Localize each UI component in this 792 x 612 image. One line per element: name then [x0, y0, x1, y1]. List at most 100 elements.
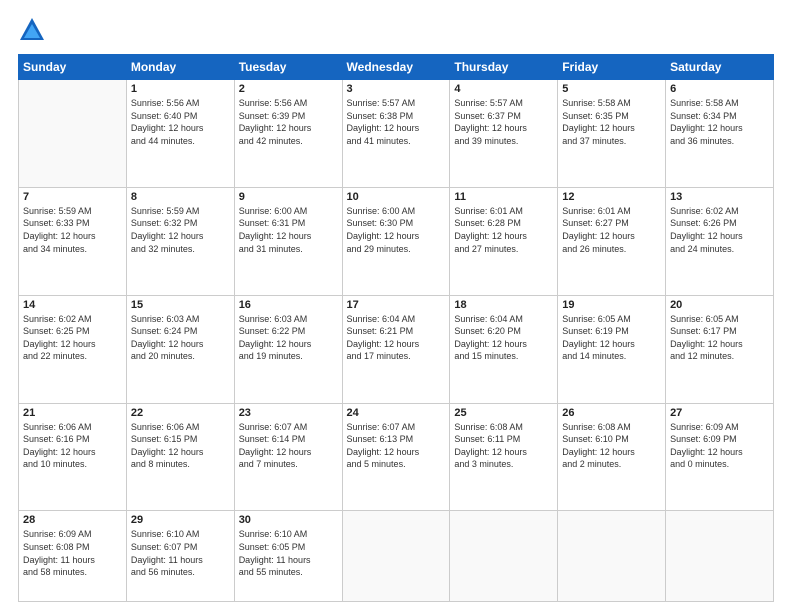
- day-number: 2: [239, 83, 338, 95]
- calendar-cell: [558, 511, 666, 602]
- day-info: Sunrise: 6:10 AMSunset: 6:07 PMDaylight:…: [131, 528, 230, 578]
- day-info: Sunrise: 6:04 AMSunset: 6:21 PMDaylight:…: [347, 313, 446, 363]
- weekday-header-thursday: Thursday: [450, 55, 558, 80]
- calendar-cell: 4 Sunrise: 5:57 AMSunset: 6:37 PMDaylight…: [450, 80, 558, 188]
- week-row-1: 1Sunrise: 5:56 AMSunset: 6:40 PMDaylight…: [19, 80, 774, 188]
- day-info: Sunrise: 6:08 AMSunset: 6:10 PMDaylight:…: [562, 421, 661, 471]
- calendar-cell: 21Sunrise: 6:06 AMSunset: 6:16 PMDayligh…: [19, 403, 127, 511]
- week-row-3: 14 Sunrise: 6:02 AMSunset: 6:25 PMDayligh…: [19, 295, 774, 403]
- weekday-header-wednesday: Wednesday: [342, 55, 450, 80]
- week-row-4: 21Sunrise: 6:06 AMSunset: 6:16 PMDayligh…: [19, 403, 774, 511]
- day-number: 8: [131, 191, 230, 203]
- calendar-cell: 26 Sunrise: 6:08 AMSunset: 6:10 PMDayligh…: [558, 403, 666, 511]
- calendar-cell: 3 Sunrise: 5:57 AMSunset: 6:38 PMDaylight…: [342, 80, 450, 188]
- calendar-cell: 24 Sunrise: 6:07 AMSunset: 6:13 PMDayligh…: [342, 403, 450, 511]
- day-info: Sunrise: 6:06 AMSunset: 6:15 PMDaylight:…: [131, 421, 230, 471]
- calendar-cell: 19 Sunrise: 6:05 AMSunset: 6:19 PMDayligh…: [558, 295, 666, 403]
- weekday-header-saturday: Saturday: [666, 55, 774, 80]
- week-row-2: 7 Sunrise: 5:59 AMSunset: 6:33 PMDaylight…: [19, 187, 774, 295]
- calendar-cell: 27 Sunrise: 6:09 AMSunset: 6:09 PMDayligh…: [666, 403, 774, 511]
- calendar-cell: 11Sunrise: 6:01 AMSunset: 6:28 PMDayligh…: [450, 187, 558, 295]
- calendar-cell: 15 Sunrise: 6:03 AMSunset: 6:24 PMDayligh…: [126, 295, 234, 403]
- calendar-cell: 30 Sunrise: 6:10 AMSunset: 6:05 PMDayligh…: [234, 511, 342, 602]
- calendar-table: SundayMondayTuesdayWednesdayThursdayFrid…: [18, 54, 774, 602]
- day-info: Sunrise: 5:56 AMSunset: 6:39 PMDaylight:…: [239, 97, 338, 147]
- day-info: Sunrise: 6:05 AMSunset: 6:17 PMDaylight:…: [670, 313, 769, 363]
- logo: [18, 16, 50, 44]
- day-number: 19: [562, 299, 661, 311]
- day-number: 23: [239, 407, 338, 419]
- day-number: 14: [23, 299, 122, 311]
- day-info: Sunrise: 6:03 AMSunset: 6:24 PMDaylight:…: [131, 313, 230, 363]
- day-number: 3: [347, 83, 446, 95]
- day-number: 12: [562, 191, 661, 203]
- calendar-cell: 5 Sunrise: 5:58 AMSunset: 6:35 PMDaylight…: [558, 80, 666, 188]
- calendar-cell: 6 Sunrise: 5:58 AMSunset: 6:34 PMDaylight…: [666, 80, 774, 188]
- day-info: Sunrise: 6:09 AMSunset: 6:09 PMDaylight:…: [670, 421, 769, 471]
- weekday-header-monday: Monday: [126, 55, 234, 80]
- day-number: 20: [670, 299, 769, 311]
- day-number: 15: [131, 299, 230, 311]
- day-number: 27: [670, 407, 769, 419]
- day-info: Sunrise: 6:07 AMSunset: 6:13 PMDaylight:…: [347, 421, 446, 471]
- day-info: Sunrise: 6:09 AMSunset: 6:08 PMDaylight:…: [23, 528, 122, 578]
- calendar-cell: 9 Sunrise: 6:00 AMSunset: 6:31 PMDaylight…: [234, 187, 342, 295]
- calendar-cell: 28Sunrise: 6:09 AMSunset: 6:08 PMDayligh…: [19, 511, 127, 602]
- day-info: Sunrise: 6:07 AMSunset: 6:14 PMDaylight:…: [239, 421, 338, 471]
- day-info: Sunrise: 6:03 AMSunset: 6:22 PMDaylight:…: [239, 313, 338, 363]
- calendar-cell: 20 Sunrise: 6:05 AMSunset: 6:17 PMDayligh…: [666, 295, 774, 403]
- day-info: Sunrise: 6:00 AMSunset: 6:30 PMDaylight:…: [347, 205, 446, 255]
- calendar-cell: 8 Sunrise: 5:59 AMSunset: 6:32 PMDaylight…: [126, 187, 234, 295]
- day-info: Sunrise: 6:01 AMSunset: 6:28 PMDaylight:…: [454, 205, 553, 255]
- weekday-header-sunday: Sunday: [19, 55, 127, 80]
- day-number: 13: [670, 191, 769, 203]
- day-info: Sunrise: 5:58 AMSunset: 6:35 PMDaylight:…: [562, 97, 661, 147]
- day-info: Sunrise: 6:08 AMSunset: 6:11 PMDaylight:…: [454, 421, 553, 471]
- day-number: 4: [454, 83, 553, 95]
- day-number: 10: [347, 191, 446, 203]
- calendar-cell: 22 Sunrise: 6:06 AMSunset: 6:15 PMDayligh…: [126, 403, 234, 511]
- day-info: Sunrise: 6:01 AMSunset: 6:27 PMDaylight:…: [562, 205, 661, 255]
- day-info: Sunrise: 5:57 AMSunset: 6:38 PMDaylight:…: [347, 97, 446, 147]
- day-number: 25: [454, 407, 553, 419]
- page: SundayMondayTuesdayWednesdayThursdayFrid…: [0, 0, 792, 612]
- calendar-cell: 18 Sunrise: 6:04 AMSunset: 6:20 PMDayligh…: [450, 295, 558, 403]
- calendar-cell: 14 Sunrise: 6:02 AMSunset: 6:25 PMDayligh…: [19, 295, 127, 403]
- day-number: 26: [562, 407, 661, 419]
- calendar-cell: 13 Sunrise: 6:02 AMSunset: 6:26 PMDayligh…: [666, 187, 774, 295]
- day-number: 9: [239, 191, 338, 203]
- day-number: 7: [23, 191, 122, 203]
- day-number: 18: [454, 299, 553, 311]
- calendar-cell: 25 Sunrise: 6:08 AMSunset: 6:11 PMDayligh…: [450, 403, 558, 511]
- day-number: 5: [562, 83, 661, 95]
- day-number: 30: [239, 514, 338, 526]
- calendar-cell: 1Sunrise: 5:56 AMSunset: 6:40 PMDaylight…: [126, 80, 234, 188]
- day-number: 17: [347, 299, 446, 311]
- day-number: 1: [131, 83, 230, 95]
- day-number: 6: [670, 83, 769, 95]
- day-info: Sunrise: 6:02 AMSunset: 6:26 PMDaylight:…: [670, 205, 769, 255]
- calendar-cell: 12 Sunrise: 6:01 AMSunset: 6:27 PMDayligh…: [558, 187, 666, 295]
- day-info: Sunrise: 5:58 AMSunset: 6:34 PMDaylight:…: [670, 97, 769, 147]
- calendar-cell: [19, 80, 127, 188]
- calendar-cell: 10 Sunrise: 6:00 AMSunset: 6:30 PMDayligh…: [342, 187, 450, 295]
- week-row-5: 28Sunrise: 6:09 AMSunset: 6:08 PMDayligh…: [19, 511, 774, 602]
- day-info: Sunrise: 6:00 AMSunset: 6:31 PMDaylight:…: [239, 205, 338, 255]
- day-number: 24: [347, 407, 446, 419]
- day-info: Sunrise: 5:59 AMSunset: 6:33 PMDaylight:…: [23, 205, 122, 255]
- calendar-cell: 29 Sunrise: 6:10 AMSunset: 6:07 PMDayligh…: [126, 511, 234, 602]
- day-info: Sunrise: 5:57 AMSunset: 6:37 PMDaylight:…: [454, 97, 553, 147]
- day-number: 16: [239, 299, 338, 311]
- calendar-cell: [342, 511, 450, 602]
- day-number: 22: [131, 407, 230, 419]
- day-info: Sunrise: 6:10 AMSunset: 6:05 PMDaylight:…: [239, 528, 338, 578]
- calendar-cell: [450, 511, 558, 602]
- calendar-cell: 17 Sunrise: 6:04 AMSunset: 6:21 PMDayligh…: [342, 295, 450, 403]
- calendar-cell: 16 Sunrise: 6:03 AMSunset: 6:22 PMDayligh…: [234, 295, 342, 403]
- day-info: Sunrise: 6:02 AMSunset: 6:25 PMDaylight:…: [23, 313, 122, 363]
- day-info: Sunrise: 6:06 AMSunset: 6:16 PMDaylight:…: [23, 421, 122, 471]
- day-info: Sunrise: 5:59 AMSunset: 6:32 PMDaylight:…: [131, 205, 230, 255]
- day-info: Sunrise: 6:05 AMSunset: 6:19 PMDaylight:…: [562, 313, 661, 363]
- day-info: Sunrise: 6:04 AMSunset: 6:20 PMDaylight:…: [454, 313, 553, 363]
- day-number: 29: [131, 514, 230, 526]
